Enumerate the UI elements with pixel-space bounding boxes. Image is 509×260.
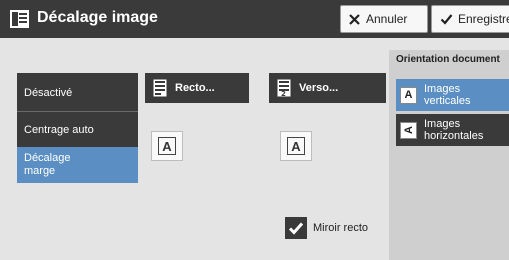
mode-off[interactable]: Désactivé [17, 75, 138, 111]
image-shift-icon [9, 9, 30, 29]
portrait-a-letter: A [404, 89, 413, 101]
recto-preview-letter: A [162, 138, 172, 154]
close-icon [348, 13, 361, 26]
verso-preview-icon: A [280, 131, 312, 161]
recto-page-icon [153, 79, 167, 97]
portrait-a-icon: A [400, 86, 417, 104]
landscape-a-icon: A [400, 121, 417, 139]
orientation-vertical-button[interactable]: A Images verticales [396, 79, 509, 111]
mode-auto-center-label: Centrage auto [24, 123, 94, 136]
orientation-vertical-label: Images verticales [424, 83, 471, 107]
orientation-horizontal-button[interactable]: A Images horizontales [396, 114, 509, 146]
page-title: Décalage image [37, 9, 158, 26]
orientation-title: Orientation document [396, 54, 500, 65]
mode-margin-shift-label: Décalage marge [24, 152, 71, 177]
mode-margin-shift[interactable]: Décalage marge [17, 147, 138, 183]
checkmark-icon [285, 217, 307, 239]
verso-preview-letter: A [291, 138, 301, 154]
recto-button[interactable]: Recto... [145, 73, 249, 103]
mirror-recto-checkbox[interactable]: Miroir recto [285, 217, 368, 239]
shift-mode-list: Désactivé Centrage auto Décalage marge [17, 73, 138, 183]
image-shift-screen: Décalage image Annuler Enregistrer Désac… [0, 0, 509, 260]
mirror-recto-label: Miroir recto [313, 222, 369, 234]
verso-page-icon: 2 [277, 79, 291, 97]
save-button[interactable]: Enregistrer [431, 5, 509, 33]
title-bar: Décalage image Annuler Enregistrer [0, 0, 509, 38]
verso-label: Verso... [299, 82, 339, 94]
cancel-label: Annuler [366, 12, 408, 26]
orientation-horizontal-label: Images horizontales [424, 118, 484, 142]
recto-label: Recto... [175, 82, 215, 94]
check-icon [440, 13, 453, 25]
landscape-a-letter: A [402, 126, 415, 134]
recto-preview-icon: A [151, 131, 183, 161]
svg-text:2: 2 [281, 90, 286, 97]
save-label: Enregistrer [458, 12, 509, 26]
verso-button[interactable]: 2 Verso... [269, 73, 386, 103]
mode-off-label: Désactivé [24, 87, 73, 99]
cancel-button[interactable]: Annuler [340, 5, 428, 33]
mode-auto-center[interactable]: Centrage auto [17, 111, 138, 147]
